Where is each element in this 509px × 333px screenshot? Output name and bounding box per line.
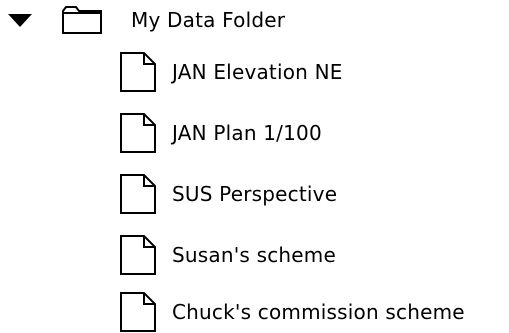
document-icon — [120, 174, 156, 214]
document-icon — [120, 235, 156, 275]
file-item-label: Susan's scheme — [172, 243, 336, 267]
folder-name: My Data Folder — [131, 8, 286, 32]
file-item-label: JAN Elevation NE — [172, 60, 343, 84]
file-item[interactable]: SUS Perspective — [120, 174, 337, 214]
document-icon — [120, 113, 156, 153]
file-item-label: SUS Perspective — [172, 182, 338, 206]
document-icon — [120, 292, 156, 332]
file-item-label: JAN Plan 1/100 — [172, 121, 322, 145]
disclosure-triangle-down-icon[interactable] — [2, 0, 38, 40]
document-icon — [120, 52, 156, 92]
file-item[interactable]: JAN Plan 1/100 — [120, 113, 322, 153]
file-item[interactable]: JAN Elevation NE — [120, 52, 343, 92]
folder-row[interactable]: My Data Folder — [0, 0, 285, 40]
folder-icon — [62, 6, 102, 34]
file-item-label: Chuck's commission scheme — [172, 300, 465, 324]
file-item[interactable]: Susan's scheme — [120, 235, 336, 275]
file-item[interactable]: Chuck's commission scheme — [120, 292, 465, 332]
